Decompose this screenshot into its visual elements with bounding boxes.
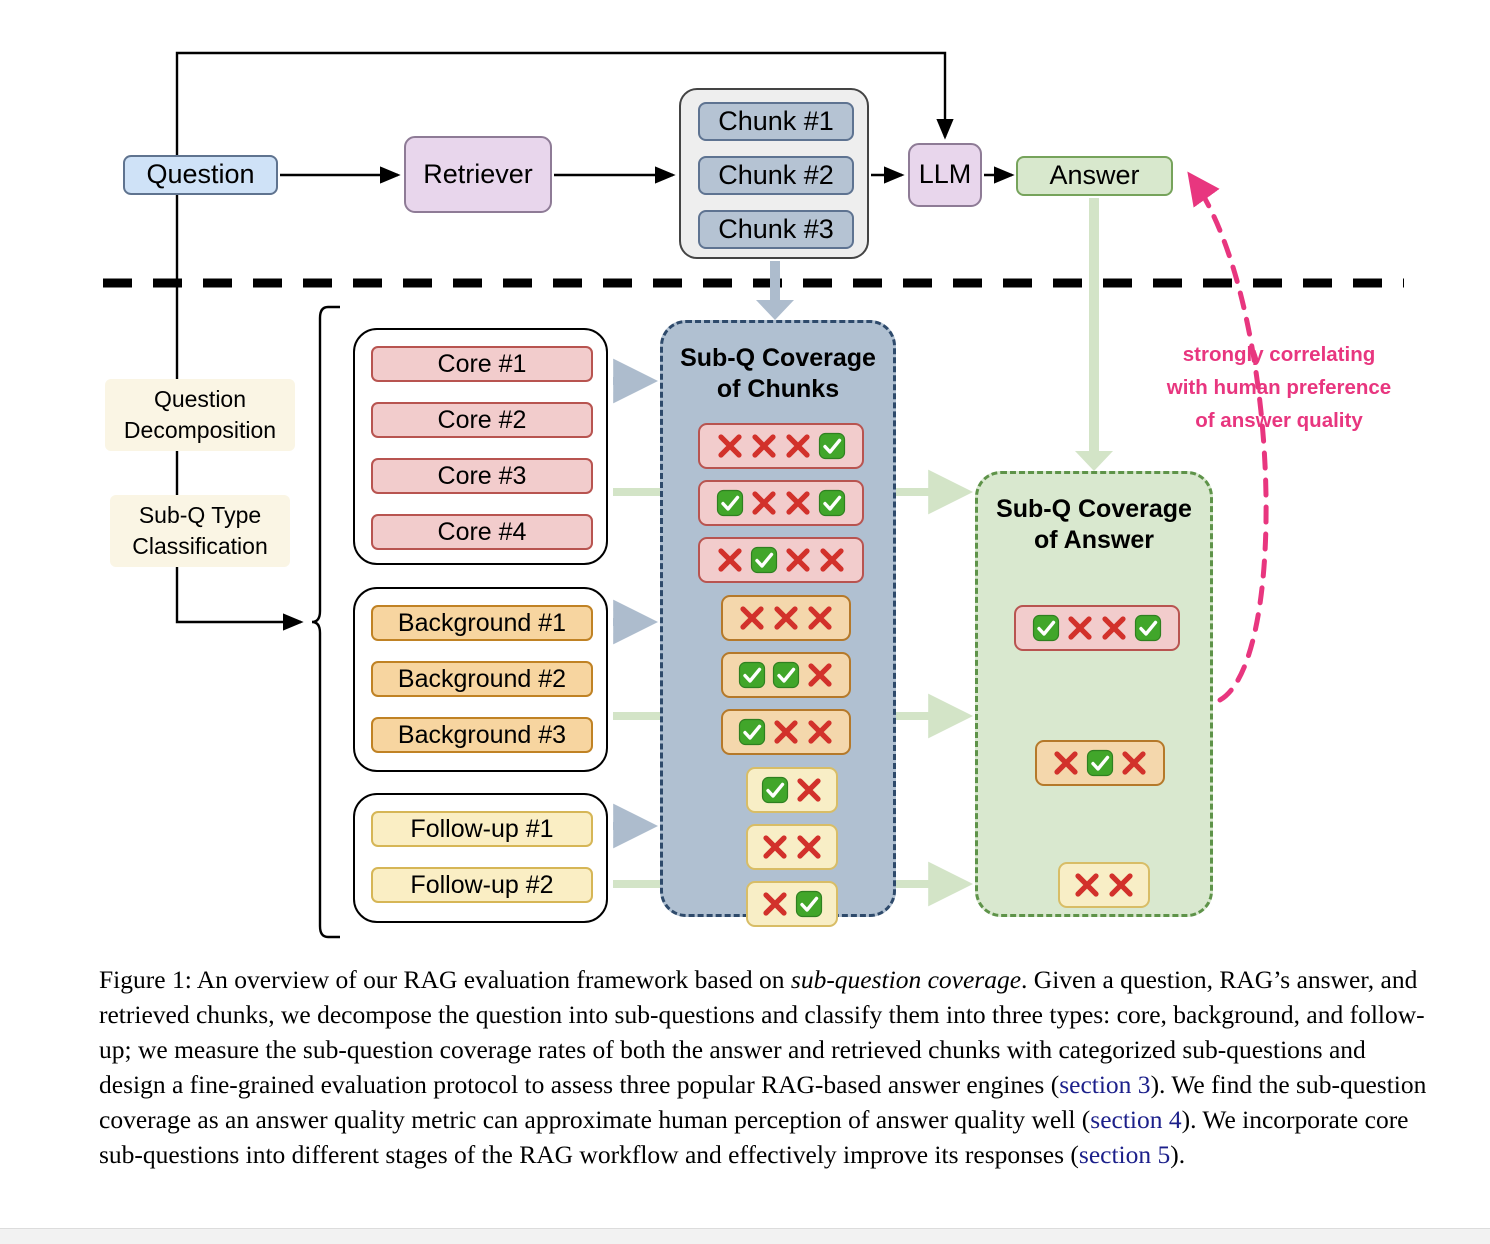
cross-icon xyxy=(1068,616,1092,640)
annotation-line-2: with human preference xyxy=(1166,376,1392,400)
check-icon xyxy=(1086,749,1114,777)
chunk-box-2[interactable]: Chunk #2 xyxy=(698,156,854,195)
check-icon xyxy=(761,776,789,804)
cross-icon xyxy=(774,720,798,744)
coverage-row-chunks-background-4 xyxy=(721,595,851,641)
cross-icon xyxy=(820,548,844,572)
stage-question-decomposition: Question Decomposition xyxy=(105,379,295,451)
annotation-line-3: of answer quality xyxy=(1195,409,1363,433)
subq-item-core-3[interactable]: Core #3 xyxy=(371,458,593,494)
caption-link-section-4[interactable]: section 4 xyxy=(1090,1105,1181,1134)
cross-icon xyxy=(797,778,821,802)
annotation-correlation: strongly correlating with human preferen… xyxy=(1119,338,1439,438)
node-answer[interactable]: Answer xyxy=(1016,156,1173,196)
subq-item-core-1[interactable]: Core #1 xyxy=(371,346,593,382)
subq-item-background-2[interactable]: Background #2 xyxy=(371,661,593,697)
bottom-status-bar xyxy=(0,1228,1490,1244)
cross-icon xyxy=(752,434,776,458)
cross-icon xyxy=(718,434,742,458)
subq-item-background-3[interactable]: Background #3 xyxy=(371,717,593,753)
chunk-group: Chunk #1 Chunk #2 Chunk #3 xyxy=(679,88,869,259)
cross-icon xyxy=(808,663,832,687)
cross-icon xyxy=(797,835,821,859)
check-icon xyxy=(738,718,766,746)
coverage-row-chunks-core-1 xyxy=(698,423,864,469)
coverage-row-answer-background-2 xyxy=(1035,740,1165,786)
cross-icon xyxy=(786,434,810,458)
node-question[interactable]: Question xyxy=(123,155,278,195)
caption-link-section-3[interactable]: section 3 xyxy=(1059,1070,1150,1099)
cross-icon xyxy=(808,606,832,630)
cross-icon xyxy=(786,548,810,572)
coverage-row-answer-core-1 xyxy=(1014,605,1180,651)
cross-icon xyxy=(1109,873,1133,897)
cross-icon xyxy=(1054,751,1078,775)
subq-item-background-1[interactable]: Background #1 xyxy=(371,605,593,641)
check-icon xyxy=(716,489,744,517)
subq-item-followup-1[interactable]: Follow-up #1 xyxy=(371,811,593,847)
subq-item-core-2[interactable]: Core #2 xyxy=(371,402,593,438)
stage-subq-type-classification: Sub-Q Type Classification xyxy=(110,495,290,567)
check-icon xyxy=(738,661,766,689)
cross-icon xyxy=(763,835,787,859)
check-icon xyxy=(1134,614,1162,642)
chunk-box-1[interactable]: Chunk #1 xyxy=(698,102,854,141)
annotation-line-1: strongly correlating xyxy=(1182,343,1376,366)
cross-icon xyxy=(752,491,776,515)
cross-icon xyxy=(740,606,764,630)
panel-subq-coverage-answer: Sub-Q Coverage of Answer xyxy=(975,471,1213,917)
cross-icon xyxy=(763,892,787,916)
subq-group-background: Background #1 Background #2 Background #3 xyxy=(353,587,608,772)
figure-diagram: Question Retriever Chunk #1 Chunk #2 Chu… xyxy=(0,0,1490,950)
cross-icon xyxy=(774,606,798,630)
node-llm[interactable]: LLM xyxy=(908,143,982,207)
coverage-row-chunks-core-2 xyxy=(698,480,864,526)
coverage-row-chunks-background-5 xyxy=(721,652,851,698)
cross-icon xyxy=(1122,751,1146,775)
check-icon xyxy=(818,432,846,460)
caption-part-1: An overview of our RAG evaluation framew… xyxy=(191,965,791,994)
cross-icon xyxy=(786,491,810,515)
coverage-row-chunks-followup-7 xyxy=(746,767,838,813)
check-icon xyxy=(750,546,778,574)
check-icon xyxy=(1032,614,1060,642)
cross-icon xyxy=(1102,616,1126,640)
subq-item-core-4[interactable]: Core #4 xyxy=(371,514,593,550)
subq-item-followup-2[interactable]: Follow-up #2 xyxy=(371,867,593,903)
panel-subq-coverage-chunks: Sub-Q Coverage of Chunks xyxy=(660,320,896,927)
panel-answer-title: Sub-Q Coverage of Answer xyxy=(996,495,1192,554)
coverage-row-answer-followup-3 xyxy=(1058,862,1150,908)
panel-chunks-title: Sub-Q Coverage of Chunks xyxy=(680,344,876,403)
figure-caption: Figure 1: An overview of our RAG evaluat… xyxy=(99,963,1429,1173)
coverage-row-chunks-followup-8 xyxy=(746,824,838,870)
check-icon xyxy=(772,661,800,689)
check-icon xyxy=(795,890,823,918)
subq-group-core: Core #1 Core #2 Core #3 Core #4 xyxy=(353,328,608,565)
subq-group-followup: Follow-up #1 Follow-up #2 xyxy=(353,793,608,923)
chunk-box-3[interactable]: Chunk #3 xyxy=(698,210,854,249)
caption-link-section-5[interactable]: section 5 xyxy=(1079,1140,1170,1169)
coverage-row-chunks-core-3 xyxy=(698,537,864,583)
cross-icon xyxy=(808,720,832,744)
cross-icon xyxy=(718,548,742,572)
check-icon xyxy=(818,489,846,517)
caption-italic-1: sub-question coverage xyxy=(790,965,1022,994)
node-retriever[interactable]: Retriever xyxy=(404,136,552,213)
cross-icon xyxy=(1075,873,1099,897)
caption-label: Figure 1: xyxy=(99,965,192,994)
coverage-row-chunks-followup-9 xyxy=(746,881,838,927)
coverage-row-chunks-background-6 xyxy=(721,709,851,755)
caption-part-5: ). xyxy=(1170,1139,1186,1169)
